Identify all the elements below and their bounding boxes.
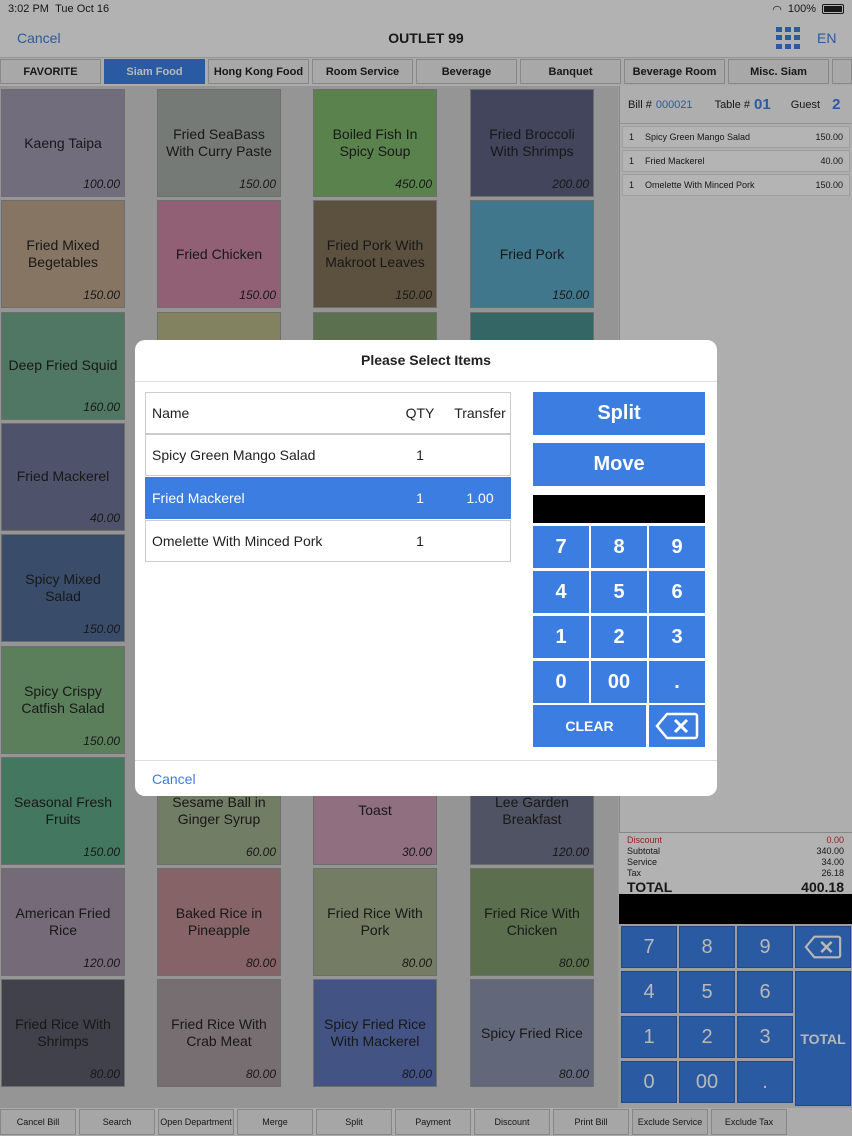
select-items-dialog: Please Select Items Name QTY Transfer Sp…: [135, 340, 717, 796]
quantity-display: [533, 495, 705, 523]
key-0[interactable]: 0: [533, 661, 589, 703]
header-transfer: Transfer: [454, 405, 506, 421]
item-row[interactable]: Fried Mackerel 1 1.00: [145, 477, 511, 519]
table-header: Name QTY Transfer: [145, 392, 511, 434]
dialog-title: Please Select Items: [135, 340, 717, 382]
item-row-qty: 1: [416, 533, 424, 549]
key-4[interactable]: 4: [533, 571, 589, 613]
backspace-button[interactable]: [649, 705, 705, 747]
item-row-qty: 1: [416, 447, 424, 463]
item-row[interactable]: Spicy Green Mango Salad 1: [145, 434, 511, 476]
move-button[interactable]: Move: [533, 443, 705, 486]
key-8[interactable]: 8: [591, 526, 647, 568]
key-00[interactable]: 00: [591, 661, 647, 703]
backspace-icon: [655, 712, 699, 740]
key-1[interactable]: 1: [533, 616, 589, 658]
item-row-name: Omelette With Minced Pork: [152, 533, 323, 549]
item-row-transfer: 1.00: [466, 490, 494, 506]
header-name: Name: [152, 405, 190, 421]
key-9[interactable]: 9: [649, 526, 705, 568]
item-row[interactable]: Omelette With Minced Pork 1: [145, 520, 511, 562]
key-2[interactable]: 2: [591, 616, 647, 658]
key-7[interactable]: 7: [533, 526, 589, 568]
items-table: Name QTY Transfer Spicy Green Mango Sala…: [145, 392, 512, 562]
item-row-name: Fried Mackerel: [152, 490, 245, 506]
key-dot[interactable]: .: [649, 661, 705, 703]
key-6[interactable]: 6: [649, 571, 705, 613]
key-5[interactable]: 5: [591, 571, 647, 613]
item-row-qty: 1: [416, 490, 424, 506]
split-button[interactable]: Split: [533, 392, 705, 435]
clear-button[interactable]: CLEAR: [533, 705, 646, 747]
key-3[interactable]: 3: [649, 616, 705, 658]
item-row-name: Spicy Green Mango Salad: [152, 447, 316, 463]
dialog-cancel-button[interactable]: Cancel: [135, 760, 717, 796]
header-qty: QTY: [405, 405, 435, 421]
